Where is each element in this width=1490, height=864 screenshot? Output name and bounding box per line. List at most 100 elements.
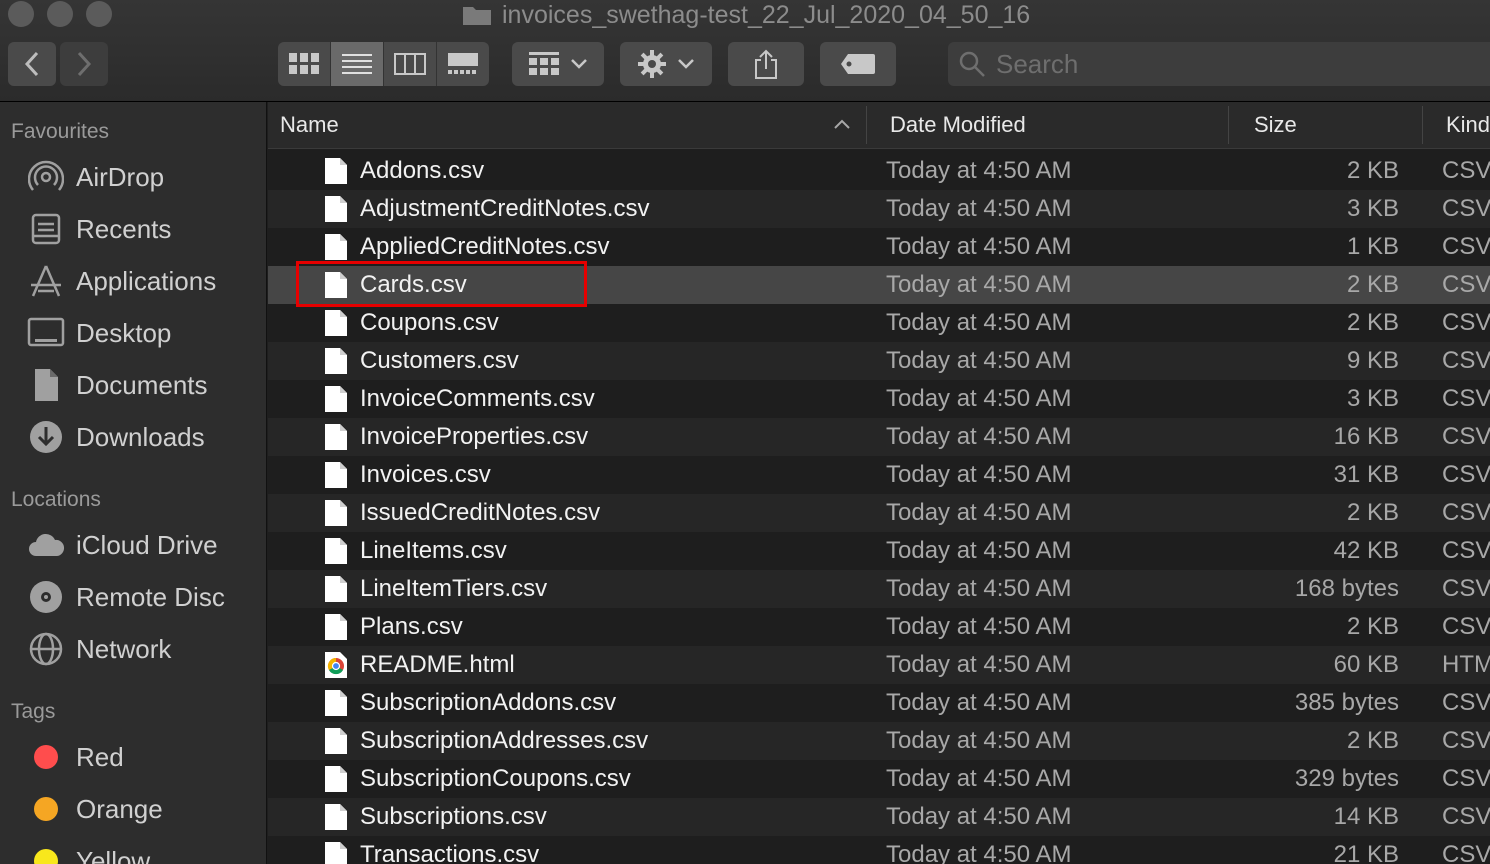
file-kind: CSV <box>1442 309 1490 336</box>
file-name: LineItems.csv <box>360 537 507 564</box>
file-row[interactable]: SubscriptionAddons.csv Today at 4:50 AM 38… <box>268 684 1490 722</box>
file-size: 168 bytes <box>1294 575 1399 602</box>
favourites-heading: Favourites <box>11 120 110 143</box>
file-name: Coupons.csv <box>360 309 499 336</box>
file-kind: CSV <box>1442 423 1490 450</box>
file-date-modified: Today at 4:50 AM <box>886 499 1072 526</box>
back-icon <box>24 51 39 77</box>
sidebar-item-airdrop[interactable]: AirDrop <box>0 155 266 199</box>
column-header-date[interactable]: Date Modified <box>890 102 1026 148</box>
file-kind: CSV <box>1442 689 1490 716</box>
file-row[interactable]: Customers.csv Today at 4:50 AM 9 KB CSV <box>268 342 1490 380</box>
file-row[interactable]: Addons.csv Today at 4:50 AM 2 KB CSV <box>268 152 1490 190</box>
file-row[interactable]: Plans.csv Today at 4:50 AM 2 KB CSV <box>268 608 1490 646</box>
locations-heading: Locations <box>11 488 101 511</box>
sidebar-item-tag-yellow[interactable]: Yellow <box>0 839 266 864</box>
file-row[interactable]: IssuedCreditNotes.csv Today at 4:50 AM 2 K… <box>268 494 1490 532</box>
file-date-modified: Today at 4:50 AM <box>886 385 1072 412</box>
chrome-icon <box>324 651 348 679</box>
airdrop-icon <box>26 157 66 197</box>
icon-view-icon <box>289 53 319 74</box>
column-divider[interactable] <box>1422 106 1423 144</box>
file-row[interactable]: Invoices.csv Today at 4:50 AM 31 KB CSV <box>268 456 1490 494</box>
sidebar-item-tag-red[interactable]: Red <box>0 735 266 779</box>
file-kind: CSV <box>1442 233 1490 260</box>
toolbar: invoices_swethag-test_22_Jul_2020_04_50_… <box>0 0 1490 102</box>
file-row[interactable]: Transactions.csv Today at 4:50 AM 21 KB CSV <box>268 836 1490 864</box>
file-size: 2 KB <box>1346 271 1399 298</box>
search-input[interactable] <box>994 47 1478 81</box>
column-header-size[interactable]: Size <box>1254 102 1297 148</box>
document-icon <box>324 613 348 641</box>
forward-button[interactable] <box>60 42 108 86</box>
file-row[interactable]: AdjustmentCreditNotes.csv Today at 4:50 A… <box>268 190 1490 228</box>
file-row[interactable]: Cards.csv Today at 4:50 AM 2 KB CSV <box>268 266 1490 304</box>
sidebar-item-applications[interactable]: Applications <box>0 259 266 303</box>
file-size: 329 bytes <box>1294 765 1399 792</box>
file-row[interactable]: SubscriptionAddresses.csv Today at 4:50 A… <box>268 722 1490 760</box>
file-row[interactable]: InvoiceProperties.csv Today at 4:50 AM 16 … <box>268 418 1490 456</box>
file-row[interactable]: README.html Today at 4:50 AM 60 KB HTM <box>268 646 1490 684</box>
file-row[interactable]: InvoiceComments.csv Today at 4:50 AM 3 KB C… <box>268 380 1490 418</box>
file-size: 2 KB <box>1346 727 1399 754</box>
sidebar-item-label: Remote Disc <box>76 581 225 612</box>
file-date-modified: Today at 4:50 AM <box>886 157 1072 184</box>
close-window-button[interactable] <box>8 1 34 27</box>
document-icon <box>324 233 348 261</box>
folder-icon <box>462 4 492 26</box>
document-icon <box>324 537 348 565</box>
column-header-name[interactable]: Name <box>280 102 339 148</box>
search-field[interactable] <box>948 42 1490 86</box>
sidebar-item-network[interactable]: Network <box>0 627 266 671</box>
file-date-modified: Today at 4:50 AM <box>886 613 1072 640</box>
sidebar-item-desktop[interactable]: Desktop <box>0 311 266 355</box>
back-button[interactable] <box>8 42 56 86</box>
tag-button[interactable] <box>820 42 896 86</box>
column-divider[interactable] <box>866 106 867 144</box>
file-row[interactable]: SubscriptionCoupons.csv Today at 4:50 AM 3… <box>268 760 1490 798</box>
action-menu-button[interactable] <box>620 42 712 86</box>
file-name: IssuedCreditNotes.csv <box>360 499 601 526</box>
sidebar-item-downloads[interactable]: Downloads <box>0 415 266 459</box>
sidebar-item-tag-orange[interactable]: Orange <box>0 787 266 831</box>
file-kind: CSV <box>1442 727 1490 754</box>
list-view-button[interactable] <box>331 42 384 86</box>
gallery-view-button[interactable] <box>437 42 489 86</box>
document-icon <box>324 575 348 603</box>
file-size: 3 KB <box>1346 195 1399 222</box>
document-icon <box>324 841 348 864</box>
file-name: InvoiceComments.csv <box>360 385 595 412</box>
minimize-window-button[interactable] <box>47 1 73 27</box>
column-header-kind[interactable]: Kind <box>1446 102 1490 148</box>
file-row[interactable]: LineItems.csv Today at 4:50 AM 42 KB CSV <box>268 532 1490 570</box>
file-row[interactable]: Subscriptions.csv Today at 4:50 AM 14 KB CS… <box>268 798 1490 836</box>
sidebar-item-label: Documents <box>76 369 208 400</box>
icon-view-button[interactable] <box>278 42 331 86</box>
red-tag-icon <box>26 737 66 777</box>
gallery-view-icon <box>448 53 478 74</box>
sidebar-item-documents[interactable]: Documents <box>0 363 266 407</box>
view-mode-segment <box>278 42 489 86</box>
document-icon <box>324 499 348 527</box>
sidebar-item-remote-disc[interactable]: Remote Disc <box>0 575 266 619</box>
file-date-modified: Today at 4:50 AM <box>886 271 1072 298</box>
zoom-window-button[interactable] <box>86 1 112 27</box>
file-row[interactable]: Coupons.csv Today at 4:50 AM 2 KB CSV <box>268 304 1490 342</box>
sidebar-item-icloud-drive[interactable]: iCloud Drive <box>0 523 266 567</box>
sidebar-item-label: Downloads <box>76 421 205 452</box>
group-by-button[interactable] <box>512 42 604 86</box>
sidebar-item-recents[interactable]: Recents <box>0 207 266 251</box>
file-date-modified: Today at 4:50 AM <box>886 195 1072 222</box>
share-button[interactable] <box>728 42 804 86</box>
column-view-button[interactable] <box>384 42 437 86</box>
list-view-icon <box>342 54 372 74</box>
file-size: 385 bytes <box>1294 689 1399 716</box>
file-size: 2 KB <box>1346 499 1399 526</box>
file-row[interactable]: AppliedCreditNotes.csv Today at 4:50 AM 1 … <box>268 228 1490 266</box>
file-row[interactable]: LineItemTiers.csv Today at 4:50 AM 168 byt… <box>268 570 1490 608</box>
tag-icon <box>841 54 875 74</box>
file-date-modified: Today at 4:50 AM <box>886 233 1072 260</box>
sort-ascending-icon[interactable] <box>834 119 850 129</box>
column-divider[interactable] <box>1228 106 1229 144</box>
forward-icon <box>77 51 92 77</box>
